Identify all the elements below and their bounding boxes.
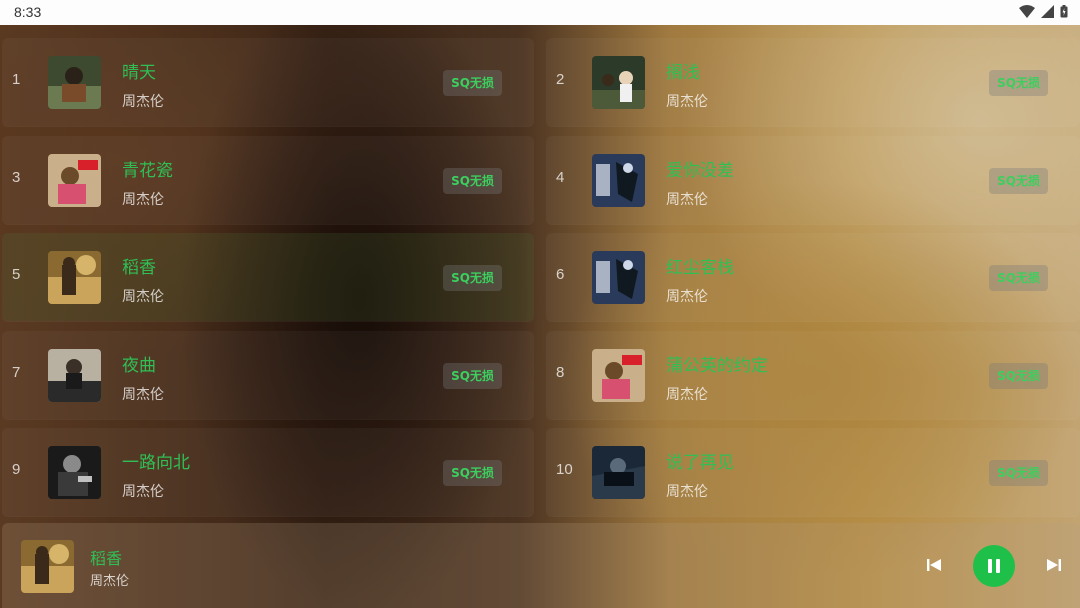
quality-badge: SQ无损 (443, 167, 502, 194)
quality-badge: SQ无损 (989, 70, 1048, 96)
song-row[interactable]: 4 爱你没差周杰伦 SQ无损 (546, 135, 1080, 224)
song-artist: 周杰伦 (122, 191, 164, 208)
quality-badge: SQ无损 (443, 362, 502, 389)
quality-badge: SQ无损 (443, 460, 502, 486)
song-index: 3 (12, 168, 21, 186)
song-index: 10 (556, 461, 573, 478)
album-cover (592, 56, 645, 109)
song-artist: 周杰伦 (666, 94, 708, 110)
song-row[interactable]: 7 夜曲周杰伦 SQ无损 (2, 330, 534, 419)
song-index: 8 (556, 363, 565, 381)
skip-next-icon (1047, 559, 1061, 571)
quality-badge: SQ无损 (443, 265, 502, 291)
song-artist: 周杰伦 (666, 386, 708, 403)
mini-player[interactable]: 稻香 周杰伦 (2, 523, 1080, 608)
pause-button[interactable] (973, 545, 1015, 587)
song-title: 一路向北 (122, 453, 190, 473)
song-title: 说了再见 (666, 453, 734, 473)
player-artist: 周杰伦 (90, 574, 130, 589)
song-row[interactable]: 8 蒲公英的约定周杰伦 SQ无损 (546, 330, 1080, 419)
song-title: 搁浅 (666, 63, 700, 83)
album-cover (592, 348, 645, 402)
wifi-icon (1019, 5, 1035, 18)
battery-icon (1060, 5, 1068, 18)
song-row[interactable]: 10 说了再见周杰伦 SQ无损 (546, 428, 1080, 516)
status-bar: 8:33 (0, 0, 1080, 25)
song-artist: 周杰伦 (122, 289, 164, 305)
song-index: 9 (12, 461, 21, 478)
quality-badge: SQ无损 (443, 70, 502, 96)
song-artist: 周杰伦 (122, 386, 164, 403)
skip-previous-icon (927, 559, 941, 571)
album-cover (592, 446, 645, 499)
song-index: 1 (12, 71, 21, 88)
song-index: 2 (556, 71, 565, 88)
album-cover (48, 251, 101, 304)
song-row[interactable]: 6 红尘客栈周杰伦 SQ无损 (546, 233, 1080, 321)
song-index: 7 (12, 363, 21, 381)
song-index: 4 (556, 168, 565, 186)
status-icons (1019, 5, 1068, 18)
song-title: 稻香 (122, 258, 156, 278)
album-cover (592, 153, 645, 207)
album-cover (48, 446, 101, 499)
quality-badge: SQ无损 (989, 460, 1048, 486)
album-cover (48, 56, 101, 109)
album-cover (48, 153, 101, 207)
song-title: 红尘客栈 (666, 258, 734, 278)
song-artist: 周杰伦 (666, 484, 708, 500)
song-artist: 周杰伦 (122, 94, 164, 110)
player-song-title: 稻香 (90, 549, 123, 568)
cell-signal-icon (1041, 5, 1054, 18)
song-row[interactable]: 3 青花瓷周杰伦 SQ无损 (2, 135, 534, 224)
song-row[interactable]: 1 晴天周杰伦 SQ无损 (2, 38, 534, 126)
song-artist: 周杰伦 (666, 191, 708, 208)
status-time: 8:33 (14, 4, 42, 20)
song-title: 蒲公英的约定 (666, 355, 768, 376)
song-index: 6 (556, 266, 565, 283)
player-album-cover[interactable] (21, 540, 74, 593)
previous-track-button[interactable] (926, 557, 942, 577)
song-row[interactable]: 5 稻香周杰伦 SQ无损 (2, 233, 534, 321)
quality-badge: SQ无损 (989, 265, 1048, 291)
song-title: 夜曲 (122, 355, 156, 376)
quality-badge: SQ无损 (989, 362, 1048, 389)
song-title: 爱你没差 (666, 160, 734, 181)
song-row[interactable]: 2 搁浅周杰伦 SQ无损 (546, 38, 1080, 126)
song-title: 青花瓷 (122, 160, 173, 181)
song-index: 5 (12, 266, 21, 283)
quality-badge: SQ无损 (989, 167, 1048, 194)
album-cover (48, 348, 101, 402)
album-cover (592, 251, 645, 304)
next-track-button[interactable] (1046, 557, 1062, 577)
song-row[interactable]: 9 一路向北周杰伦 SQ无损 (2, 428, 534, 516)
song-artist: 周杰伦 (666, 289, 708, 305)
pause-icon (988, 559, 1000, 573)
song-title: 晴天 (122, 63, 156, 83)
song-artist: 周杰伦 (122, 484, 164, 500)
